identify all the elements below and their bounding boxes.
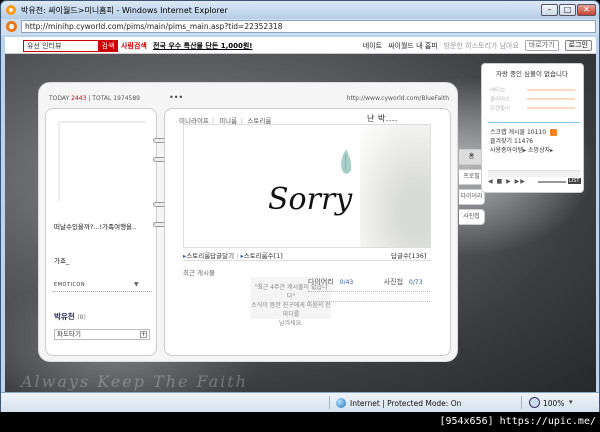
nate-link[interactable]: 네이트	[363, 41, 382, 51]
minimize-button[interactable]: –	[541, 4, 558, 16]
profile-photo	[58, 121, 146, 201]
water-drop-icon	[341, 149, 352, 174]
empty-line: 소식이 뜸한 친구에게 마음의 한마디를	[251, 302, 331, 318]
login-button[interactable]: 로그인	[564, 40, 592, 51]
promo-headline-link[interactable]: 전국 우수 특산물 단돈 1,000원!	[153, 41, 252, 51]
storyroom-banner[interactable]: Sorry	[183, 124, 431, 248]
emoticon-dropdown-icon[interactable]: ▼	[134, 281, 139, 288]
today-count: 2443	[71, 95, 87, 102]
status-bar: Internet | Protected Mode: On 100% ▾	[1, 392, 599, 412]
favorites-count: 11476	[514, 138, 534, 145]
empty-line: 남겨세요.	[279, 320, 303, 327]
close-button[interactable]: ✕	[577, 4, 596, 16]
owner-name-text: 박유천	[54, 312, 75, 321]
favorites-label: 즐겨찾기	[490, 138, 513, 145]
wave-select[interactable]: 파도타기 +	[54, 329, 150, 340]
divider	[521, 396, 522, 409]
profile-panel: 떠날수있을까?...!가족여행을.. 가죠_ EMOTICON ▼ 박유천 (8…	[45, 108, 157, 356]
divider	[308, 301, 430, 302]
shop-links[interactable]: 사용중아이템▸ 소망상자▸	[490, 145, 553, 154]
security-zone[interactable]: Internet | Protected Mode: On	[350, 399, 461, 408]
playlist-button[interactable]: LIST	[568, 178, 581, 184]
scrap-stat: 스크랩 게시물 10110	[490, 127, 557, 136]
search-input[interactable]: 유선 인터뷰	[23, 40, 99, 52]
url-field[interactable]: http://minihp.cyworld.com/pims/main/pims…	[21, 20, 596, 33]
search-button[interactable]: 검색	[98, 40, 118, 52]
widget-title: 자랑 중인 심볼이 없습니다	[496, 70, 568, 78]
title-bar: 박유천: 싸이월드>미니홈피 - Windows Internet Explor…	[1, 1, 599, 19]
banner-decoration	[360, 125, 430, 247]
my-homepage-link[interactable]: 싸이월드 내 홈피	[388, 41, 438, 51]
story-links: ▸스토리룸답글달기 | ▸스토리룸수[1]	[183, 252, 283, 260]
emoticon-label: EMOTICON	[54, 282, 86, 288]
story-count-link[interactable]: 스토리룸수[1]	[244, 252, 283, 260]
widget-row: 쿨리마스	[490, 97, 511, 103]
window-title: 박유천: 싸이월드>미니홈피 - Windows Internet Explor…	[21, 6, 228, 15]
browser-icon	[6, 5, 16, 15]
svg-text:Sorry: Sorry	[268, 182, 353, 217]
widget-bar	[527, 98, 575, 100]
shortcut-dropdown[interactable]: 바로가기	[524, 40, 559, 51]
divider	[52, 291, 152, 292]
page-icon	[6, 21, 17, 32]
reply-count[interactable]: 답글수[136]	[391, 250, 426, 260]
status-message-2: 가죠_	[54, 257, 70, 265]
scrap-count: 10110	[526, 129, 547, 136]
hompy-title: 난 박....	[367, 114, 398, 123]
globe-icon	[336, 398, 346, 408]
people-search-link[interactable]: 사람검색	[121, 41, 147, 51]
scrap-label: 스크랩 게시물	[490, 129, 526, 136]
total-label: TOTAL	[92, 95, 112, 102]
minihompy-frame: TODAY 2443 | TOTAL 1974589 ••• http://ww…	[38, 82, 485, 362]
volume-slider[interactable]	[538, 181, 566, 183]
wave-label: 파도타기	[57, 330, 81, 338]
divider	[488, 122, 580, 123]
menu-stats: 다이어리 0/43 사진첩 0/73	[308, 277, 423, 287]
address-bar: http://minihp.cyworld.com/pims/main/pims…	[1, 19, 599, 35]
today-label: TODAY	[49, 95, 70, 102]
more-dots: •••	[169, 93, 184, 102]
watermark-text: [954x656] https://upic.me/	[439, 416, 596, 427]
history-notice: 방문한 히스토리가 남아요	[443, 41, 519, 50]
watermark-strip: [954x656] https://upic.me/	[0, 412, 600, 432]
diary-count: 0/43	[339, 279, 354, 286]
site-topbar: 유선 인터뷰 검색 사람검색 전국 우수 특산물 단돈 1,000원! 네이트 …	[5, 37, 596, 54]
player-controls[interactable]: ◀ ■ ▶ ▶▶	[488, 178, 526, 185]
favorites-stat: 즐겨찾기 11476	[490, 136, 533, 145]
divider	[329, 396, 330, 409]
recent-posts-header: 최근 게시물	[183, 269, 215, 277]
zoom-level[interactable]: 100%	[543, 399, 564, 408]
photo-label[interactable]: 사진첩	[384, 278, 403, 286]
story-comment-link[interactable]: 스토리룸답글달기	[186, 252, 234, 260]
widget-row: 액티브	[490, 88, 506, 94]
banner-lettering: Sorry	[268, 182, 353, 217]
top-links: 네이트 싸이월드 내 홈피 방문한 히스토리가 남아요 바로가기 로그인	[363, 40, 592, 51]
total-count: 1974589	[113, 95, 140, 102]
diary-label[interactable]: 다이어리	[308, 278, 334, 286]
widget-bar	[527, 89, 575, 91]
owner-name[interactable]: 박유천 (8)	[54, 311, 86, 322]
symbol-widget: 자랑 중인 심볼이 없습니다 액티브 쿨리마스 프렌들리 스크랩 게시물 101…	[481, 63, 584, 193]
divider	[308, 291, 430, 292]
divider	[183, 260, 431, 261]
photo-count: 0/73	[409, 279, 423, 286]
status-message: 떠날수있을까?...!가족여행을..	[54, 223, 137, 231]
main-panel: 미니라이프 | 미니룸 | 스토리룸 난 박.... Sorry ▸스토리룸답글…	[164, 108, 451, 356]
tab-photo[interactable]: 사진첩	[459, 209, 485, 225]
visitor-counter: TODAY 2443 | TOTAL 1974589	[49, 95, 140, 102]
rss-icon[interactable]	[549, 129, 557, 136]
chevron-down-icon[interactable]: ▾	[569, 398, 573, 406]
footer-motto: Always Keep The Faith	[21, 372, 248, 391]
maximize-button[interactable]: □	[559, 4, 576, 16]
homepage-url[interactable]: http://www.cyworld.com/BlueFaith	[347, 95, 449, 102]
plus-icon[interactable]: +	[140, 331, 147, 338]
page-content: 유선 인터뷰 검색 사람검색 전국 우수 특산물 단돈 1,000원! 네이트 …	[5, 37, 596, 392]
music-player-bar	[488, 170, 580, 177]
widget-bar	[527, 107, 575, 109]
owner-count: (8)	[77, 314, 86, 321]
zoom-icon	[529, 397, 540, 408]
widget-row: 프렌들리	[490, 106, 511, 112]
ie-window: 박유천: 싸이월드>미니홈피 - Windows Internet Explor…	[0, 0, 600, 412]
